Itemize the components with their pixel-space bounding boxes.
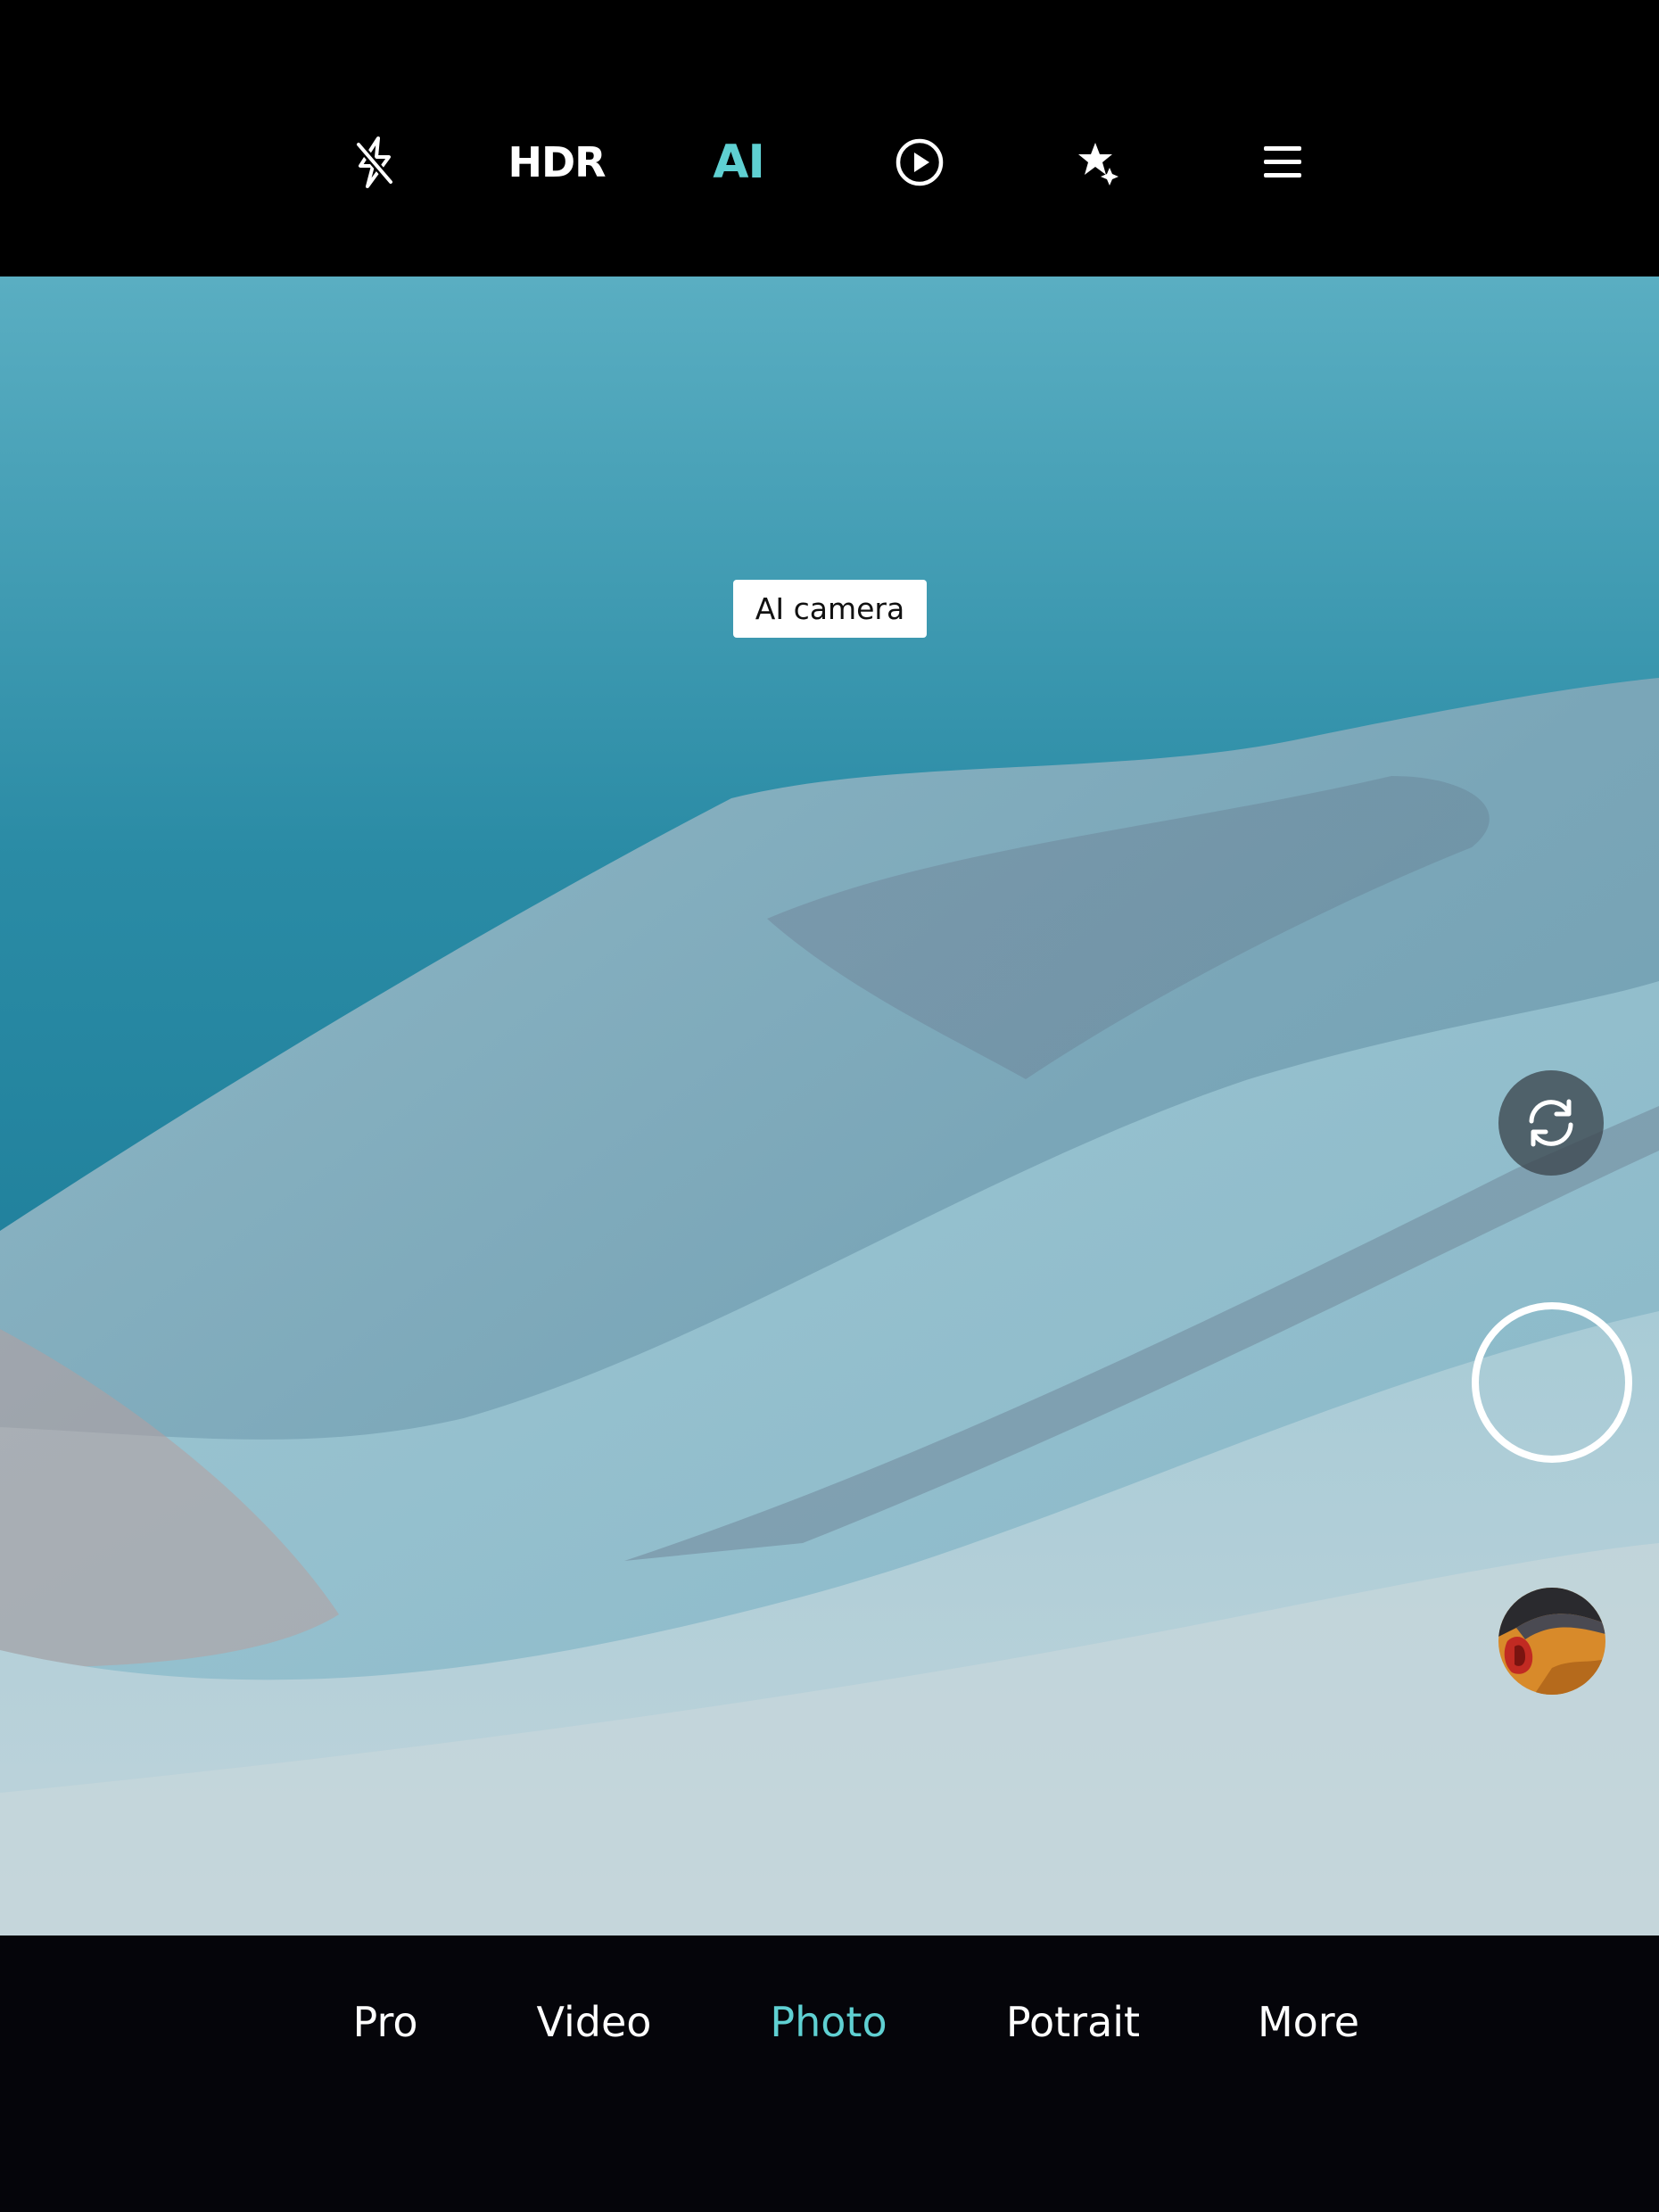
mode-portrait[interactable]: Potrait [1006, 1998, 1140, 2046]
flash-off-icon[interactable] [351, 136, 398, 189]
camera-viewfinder[interactable]: AI camera 1X [0, 276, 1659, 1936]
viewfinder-scene [0, 276, 1659, 1936]
ai-button[interactable]: AI [713, 136, 765, 189]
live-photo-icon[interactable] [895, 137, 945, 187]
mode-more[interactable]: More [1258, 1998, 1359, 2046]
ai-camera-tooltip: AI camera [733, 580, 927, 638]
menu-icon[interactable] [1262, 144, 1303, 181]
camera-mode-bar: Pro Video Photo Potrait More [0, 1936, 1659, 2212]
shutter-button[interactable] [1472, 1302, 1632, 1463]
mode-video[interactable]: Video [537, 1998, 652, 2046]
gallery-thumbnail[interactable] [1498, 1588, 1605, 1695]
beauty-sparkle-icon[interactable] [1077, 139, 1124, 186]
switch-camera-button[interactable] [1498, 1070, 1604, 1176]
mode-photo[interactable]: Photo [770, 1998, 887, 2046]
hdr-button[interactable]: HDR [508, 138, 606, 186]
switch-camera-icon [1529, 1099, 1573, 1147]
mode-pro[interactable]: Pro [353, 1998, 418, 2046]
camera-top-bar: HDR AI [0, 0, 1659, 276]
